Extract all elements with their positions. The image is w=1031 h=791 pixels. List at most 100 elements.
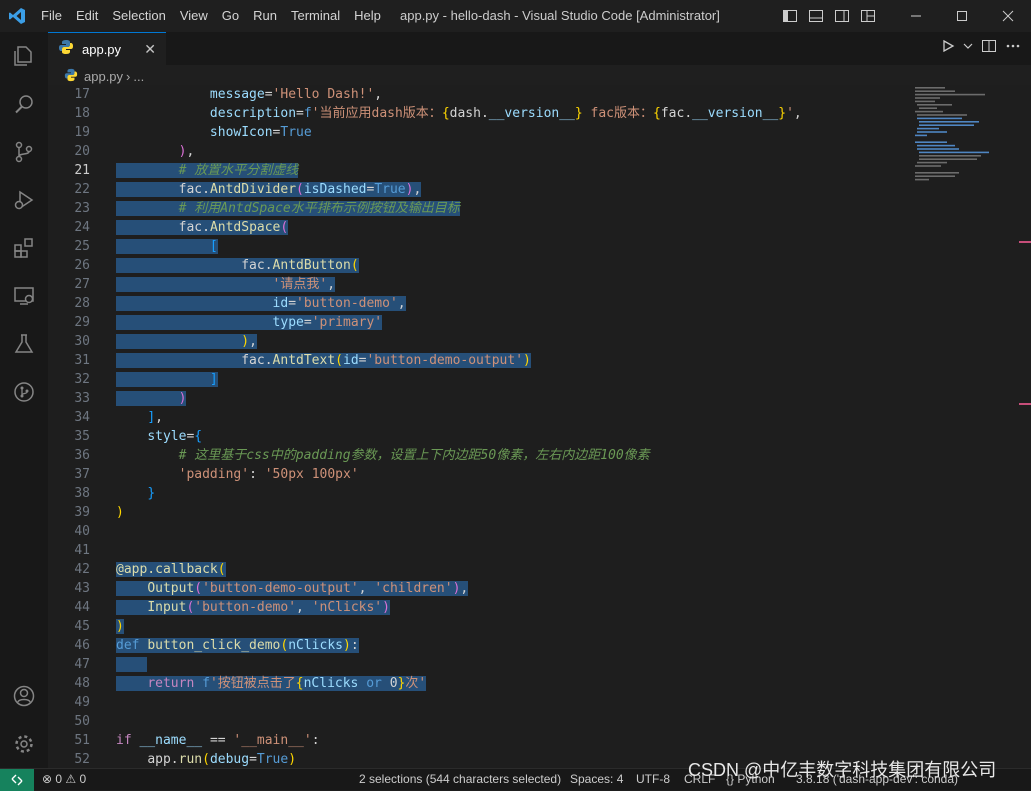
line-number: 50 (74, 714, 90, 729)
line-number: 48 (74, 676, 90, 691)
code-line: if __name__ == '__main__': (116, 733, 320, 748)
remote-explorer-icon[interactable] (0, 272, 48, 320)
run-debug-icon[interactable] (0, 176, 48, 224)
accounts-icon[interactable] (0, 672, 48, 720)
csdn-watermark: CSDN @中亿丰数字科技集团有限公司 (688, 760, 997, 780)
line-number: 25 (74, 239, 90, 254)
line-number: 36 (74, 448, 90, 463)
customize-layout-icon[interactable] (857, 5, 879, 27)
line-number: 18 (74, 106, 90, 121)
code-line: message='Hello Dash!', (209, 87, 383, 102)
code-line: fac.AntdButton( (116, 256, 802, 275)
breadcrumb-separator: › (126, 68, 131, 84)
code-line: @app.callback( (116, 562, 226, 577)
problems-indicator[interactable]: ⊗ 0 ⚠ 0 (42, 769, 86, 790)
line-number: 19 (74, 125, 90, 140)
line-number: 31 (74, 353, 90, 368)
code-line: fac.AntdDivider(isDashed=True), (116, 180, 802, 199)
split-editor-icon[interactable] (981, 38, 997, 59)
menu-help[interactable]: Help (347, 0, 388, 32)
run-dropdown-chevron-icon[interactable] (963, 39, 973, 58)
python-file-icon (58, 39, 74, 60)
menu-file[interactable]: File (34, 0, 69, 32)
line-number: 37 (74, 467, 90, 482)
python-file-icon (64, 68, 78, 85)
encoding-status[interactable]: UTF-8 (636, 769, 670, 790)
line-number: 32 (74, 372, 90, 387)
breadcrumb-symbol[interactable]: ... (133, 69, 144, 84)
line-number: 30 (74, 334, 90, 349)
line-number: 33 (74, 391, 90, 406)
testing-icon[interactable] (0, 320, 48, 368)
line-number: 47 (74, 657, 90, 672)
remote-indicator[interactable] (0, 769, 34, 791)
menu-edit[interactable]: Edit (69, 0, 105, 32)
toggle-panel-icon[interactable] (805, 5, 827, 27)
line-number: 35 (74, 429, 90, 444)
source-control-icon[interactable] (0, 128, 48, 176)
code-line: ], (147, 410, 163, 425)
line-number: 23 (74, 201, 90, 216)
code-line: style={ (147, 429, 203, 444)
line-number: 39 (74, 505, 90, 520)
line-number-current: 21 (74, 163, 90, 178)
settings-gear-icon[interactable] (0, 720, 48, 768)
code-line: ), (178, 144, 195, 159)
editor-tabs: app.py ✕ (48, 32, 1031, 65)
code-line: description=f'当前应用dash版本：{dash.__version… (209, 106, 802, 121)
line-number: 44 (74, 600, 90, 615)
tab-close-icon[interactable]: ✕ (144, 41, 156, 58)
line-number: 42 (74, 562, 90, 577)
code-line: '请点我', (116, 275, 802, 294)
code-line: ] (116, 370, 802, 389)
menu-view[interactable]: View (173, 0, 215, 32)
minimap[interactable] (913, 85, 1017, 768)
git-graph-icon[interactable] (0, 368, 48, 416)
code-line: Output('button-demo-output', 'children')… (116, 579, 802, 598)
extensions-icon[interactable] (0, 224, 48, 272)
code-line: return f'按钮被点击了{nClicks or 0}次' (116, 674, 802, 693)
menu-run[interactable]: Run (246, 0, 284, 32)
run-python-file-icon[interactable] (941, 39, 955, 58)
code-line: } (147, 486, 156, 501)
scrollbar-marker (1019, 403, 1031, 405)
menu-terminal[interactable]: Terminal (284, 0, 347, 32)
maximize-button[interactable] (939, 0, 985, 32)
activity-bar (0, 32, 48, 768)
selection-status[interactable]: 2 selections (544 characters selected) (359, 769, 561, 790)
close-button[interactable] (985, 0, 1031, 32)
code-line: ), (116, 332, 802, 351)
code-line: # 放置水平分割虚线 (116, 161, 802, 180)
menu-go[interactable]: Go (215, 0, 246, 32)
indentation-status[interactable]: Spaces: 4 (570, 769, 623, 790)
minimize-button[interactable] (893, 0, 939, 32)
line-number: 24 (74, 220, 90, 235)
line-number: 40 (74, 524, 90, 539)
line-number: 34 (74, 410, 90, 425)
code-line: ) (116, 389, 802, 408)
tab-app-py[interactable]: app.py ✕ (48, 32, 166, 65)
line-number: 38 (74, 486, 90, 501)
menu-bar: File Edit Selection View Go Run Terminal… (34, 0, 388, 32)
code-line: def button_click_demo(nClicks): (116, 638, 359, 653)
line-number: 20 (74, 144, 90, 159)
code-line: type='primary' (116, 313, 802, 332)
line-number: 28 (74, 296, 90, 311)
more-actions-icon[interactable] (1005, 38, 1021, 59)
code-line: ) (116, 619, 124, 634)
code-line (116, 655, 802, 674)
menu-selection[interactable]: Selection (105, 0, 172, 32)
code-editor[interactable]: 17 18 19 20 21 22 23 24 25 26 27 28 29 3… (48, 85, 1031, 768)
line-number: 41 (74, 543, 90, 558)
breadcrumb-file[interactable]: app.py (84, 69, 123, 84)
line-number: 51 (74, 733, 90, 748)
toggle-secondary-sidebar-icon[interactable] (831, 5, 853, 27)
code-line: [ (116, 237, 802, 256)
explorer-icon[interactable] (0, 32, 48, 80)
toggle-primary-sidebar-icon[interactable] (779, 5, 801, 27)
search-icon[interactable] (0, 80, 48, 128)
code-line: # 这里基于css中的padding参数，设置上下内边距50像素，左右内边距10… (178, 448, 650, 463)
